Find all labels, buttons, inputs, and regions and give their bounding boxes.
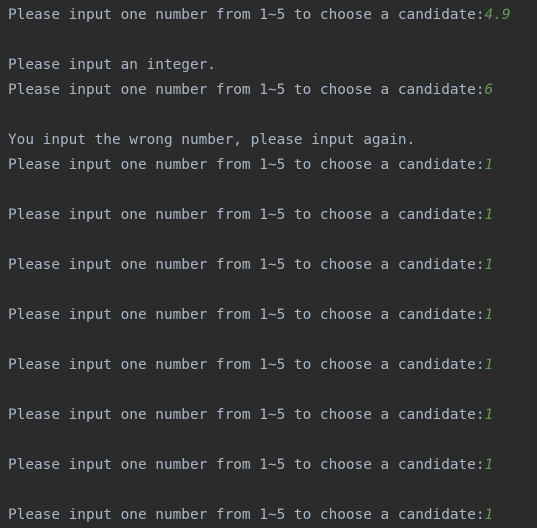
error-message-text: You input the wrong number, please input…: [8, 132, 416, 148]
console-line-prompt: Please input one number from 1~5 to choo…: [8, 78, 537, 103]
prompt-text: Please input one number from 1~5 to choo…: [8, 82, 485, 98]
prompt-text: Please input one number from 1~5 to choo…: [8, 457, 485, 473]
console-line-prompt: Please input one number from 1~5 to choo…: [8, 253, 537, 278]
user-input-value: 4.9: [484, 7, 511, 23]
user-input-value: 1: [484, 457, 494, 473]
user-input-value: 1: [484, 257, 494, 273]
console-line-prompt: Please input one number from 1~5 to choo…: [8, 353, 537, 378]
console-line-prompt: Please input one number from 1~5 to choo…: [8, 453, 537, 478]
user-input-value: 1: [484, 157, 494, 173]
console-line-prompt: Please input one number from 1~5 to choo…: [8, 503, 537, 528]
user-input-value: 1: [484, 507, 494, 523]
prompt-text: Please input one number from 1~5 to choo…: [8, 257, 485, 273]
user-input-value: 1: [484, 207, 494, 223]
user-input-value: 1: [484, 357, 494, 373]
console-line-prompt: Please input one number from 1~5 to choo…: [8, 303, 537, 328]
user-input-value: 1: [484, 307, 494, 323]
console-output[interactable]: Please input one number from 1~5 to choo…: [0, 0, 537, 528]
console-line-prompt: Please input one number from 1~5 to choo…: [8, 153, 537, 178]
console-line-prompt: Please input one number from 1~5 to choo…: [8, 203, 537, 228]
prompt-text: Please input one number from 1~5 to choo…: [8, 357, 485, 373]
prompt-text: Please input one number from 1~5 to choo…: [8, 407, 485, 423]
prompt-text: Please input one number from 1~5 to choo…: [8, 207, 485, 223]
error-message-text: Please input an integer.: [8, 57, 216, 73]
console-line-message: Please input an integer.: [8, 53, 537, 78]
user-input-value: 1: [484, 407, 494, 423]
user-input-value: 6: [484, 82, 494, 98]
prompt-text: Please input one number from 1~5 to choo…: [8, 157, 485, 173]
console-line-message: You input the wrong number, please input…: [8, 128, 537, 153]
prompt-text: Please input one number from 1~5 to choo…: [8, 507, 485, 523]
prompt-text: Please input one number from 1~5 to choo…: [8, 307, 485, 323]
console-line-prompt: Please input one number from 1~5 to choo…: [8, 403, 537, 428]
prompt-text: Please input one number from 1~5 to choo…: [8, 7, 485, 23]
console-line-prompt: Please input one number from 1~5 to choo…: [8, 3, 537, 28]
